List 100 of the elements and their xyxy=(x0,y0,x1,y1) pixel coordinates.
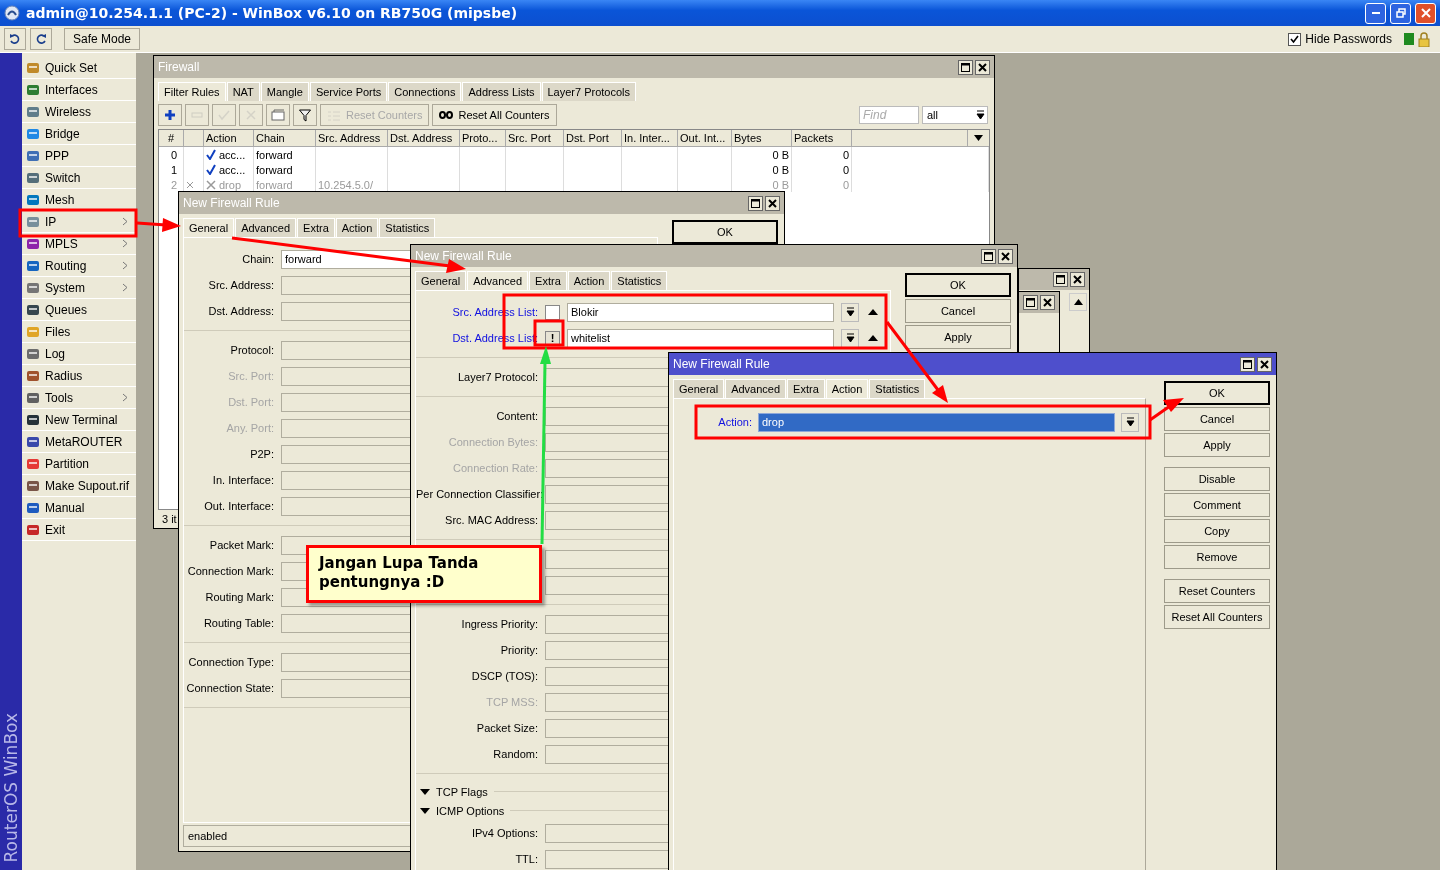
dialog-button[interactable]: Apply xyxy=(905,325,1011,349)
sidebar-item[interactable]: MPLS xyxy=(22,233,136,255)
close-button[interactable] xyxy=(765,195,780,211)
sidebar-item[interactable]: Files xyxy=(22,321,136,343)
sidebar-item[interactable]: Wireless xyxy=(22,101,136,123)
input-field[interactable]: Blokir xyxy=(567,302,834,322)
dialog-button[interactable]: Apply xyxy=(1164,433,1270,457)
tab[interactable]: Extra xyxy=(297,218,335,237)
tab[interactable]: Extra xyxy=(529,271,567,290)
maximize-button[interactable] xyxy=(958,59,973,75)
tab[interactable]: Layer7 Protocols xyxy=(541,82,637,101)
maximize-button[interactable] xyxy=(1053,272,1068,287)
sidebar-item[interactable]: Routing xyxy=(22,255,136,277)
column-header[interactable]: Packets xyxy=(792,130,852,146)
column-header[interactable]: Dst. Address xyxy=(388,130,460,146)
find-field[interactable]: Find xyxy=(859,106,919,124)
minimize-button[interactable] xyxy=(1365,2,1386,24)
column-header[interactable]: Chain xyxy=(254,130,316,146)
tab[interactable]: Advanced xyxy=(467,271,529,290)
invert-checkbox[interactable] xyxy=(545,304,560,320)
tab[interactable]: Service Ports xyxy=(309,82,388,101)
sidebar-item[interactable]: System xyxy=(22,277,136,299)
column-header[interactable]: Bytes xyxy=(732,130,792,146)
dialog-button[interactable]: Cancel xyxy=(1164,407,1270,431)
dropdown-arrow-icon[interactable] xyxy=(974,135,983,141)
sidebar-item[interactable]: Log xyxy=(22,343,136,365)
dialog-button[interactable]: Remove xyxy=(1164,545,1270,569)
tab[interactable]: Action xyxy=(825,379,869,398)
sidebar-item[interactable]: Bridge xyxy=(22,123,136,145)
filter-button[interactable] xyxy=(293,104,317,126)
sidebar-item[interactable]: Quick Set xyxy=(22,57,136,79)
undo-button[interactable] xyxy=(4,28,26,50)
redo-button[interactable] xyxy=(30,28,52,50)
tab[interactable]: Statistics xyxy=(869,379,926,398)
maximize-button[interactable] xyxy=(981,248,996,264)
tab[interactable]: General xyxy=(183,218,235,237)
sidebar-item[interactable]: IP xyxy=(22,211,136,233)
tab[interactable]: General xyxy=(673,379,725,398)
section-header[interactable]: TCP Flags xyxy=(436,785,488,798)
close-button[interactable] xyxy=(998,248,1013,264)
dialog-button[interactable]: Disable xyxy=(1164,467,1270,491)
tab[interactable]: Advanced xyxy=(725,379,787,398)
up-arrow-icon[interactable] xyxy=(868,335,878,341)
dialog-button[interactable]: OK xyxy=(1164,381,1270,405)
sidebar-item[interactable]: Manual xyxy=(22,497,136,519)
column-header[interactable]: Out. Int... xyxy=(678,130,732,146)
dropdown-button[interactable] xyxy=(841,328,859,348)
sidebar-item[interactable]: Tools xyxy=(22,387,136,409)
dropdown-button[interactable] xyxy=(1121,412,1139,432)
tab[interactable]: Statistics xyxy=(379,218,436,237)
add-button[interactable] xyxy=(158,104,182,126)
maximize-button[interactable] xyxy=(1023,295,1038,310)
close-button[interactable] xyxy=(975,59,990,75)
action-dropdown[interactable]: drop xyxy=(758,412,1115,432)
tab[interactable]: Advanced xyxy=(235,218,297,237)
dialog-button[interactable]: OK xyxy=(672,220,778,244)
close-button[interactable] xyxy=(1257,356,1272,372)
column-header[interactable]: Src. Port xyxy=(506,130,564,146)
dropdown-button[interactable] xyxy=(841,302,859,322)
filter-dropdown[interactable]: all xyxy=(922,106,988,124)
collapse-arrow-icon[interactable] xyxy=(420,788,430,795)
sidebar-item[interactable]: Interfaces xyxy=(22,79,136,101)
column-header[interactable]: In. Inter... xyxy=(622,130,678,146)
sidebar-item[interactable]: New Terminal xyxy=(22,409,136,431)
sidebar-item[interactable]: Switch xyxy=(22,167,136,189)
dialog-button[interactable]: Copy xyxy=(1164,519,1270,543)
column-header[interactable]: Dst. Port xyxy=(564,130,622,146)
sidebar-item[interactable]: MetaROUTER xyxy=(22,431,136,453)
section-header[interactable]: ICMP Options xyxy=(436,804,505,817)
tab[interactable]: Connections xyxy=(388,82,462,101)
field-label[interactable]: Action: xyxy=(692,416,752,428)
sidebar-item[interactable]: Make Supout.rif xyxy=(22,475,136,497)
tab[interactable]: Address Lists xyxy=(462,82,541,101)
tab[interactable]: Extra xyxy=(787,379,825,398)
sidebar-item[interactable]: Partition xyxy=(22,453,136,475)
sidebar-item[interactable]: PPP xyxy=(22,145,136,167)
hide-passwords-checkbox[interactable] xyxy=(1288,32,1302,46)
column-header[interactable]: Src. Address xyxy=(316,130,388,146)
sidebar-item[interactable]: Radius xyxy=(22,365,136,387)
reset-all-counters-button[interactable]: Reset All Counters xyxy=(432,104,557,126)
dialog-button[interactable]: OK xyxy=(905,273,1011,297)
sidebar-item[interactable]: Mesh xyxy=(22,189,136,211)
column-header[interactable]: Proto... xyxy=(460,130,506,146)
tab[interactable]: Action xyxy=(335,218,379,237)
sidebar-item[interactable]: Exit xyxy=(22,519,136,541)
collapse-arrow-icon[interactable] xyxy=(420,807,430,814)
dialog-button[interactable]: Comment xyxy=(1164,493,1270,517)
tab[interactable]: General xyxy=(415,271,467,290)
maximize-button[interactable] xyxy=(1240,356,1255,372)
tab[interactable]: Statistics xyxy=(611,271,668,290)
dialog-button[interactable]: Reset All Counters xyxy=(1164,605,1270,629)
tab[interactable]: Action xyxy=(567,271,611,290)
safe-mode-button[interactable]: Safe Mode xyxy=(64,28,141,50)
maximize-button[interactable] xyxy=(748,195,763,211)
tab[interactable]: NAT xyxy=(226,82,260,101)
tab[interactable]: Mangle xyxy=(260,82,309,101)
restore-button[interactable] xyxy=(1390,2,1411,24)
tab[interactable]: Filter Rules xyxy=(158,82,226,101)
scroll-up-button[interactable] xyxy=(1069,293,1087,311)
input-field[interactable]: whitelist xyxy=(567,328,834,348)
